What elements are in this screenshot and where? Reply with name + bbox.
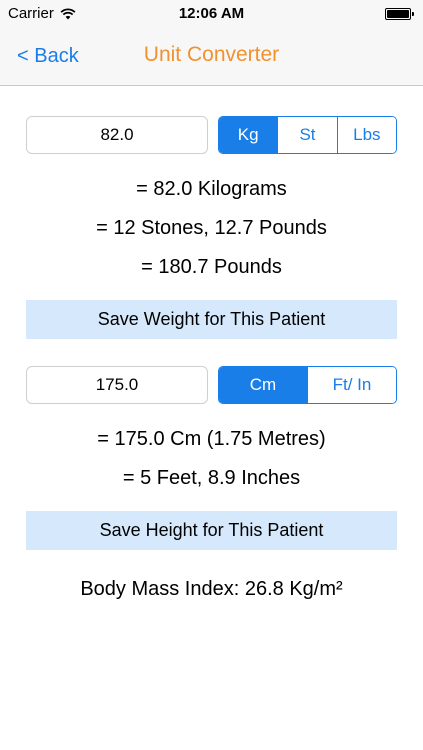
weight-result-pounds: = 180.7 Pounds <box>141 256 282 278</box>
height-unit-selector: Cm Ft/ In <box>218 366 397 404</box>
weight-result-kilograms: = 82.0 Kilograms <box>136 178 287 200</box>
save-weight-button[interactable]: Save Weight for This Patient <box>26 300 397 339</box>
page-title: Unit Converter <box>143 43 280 66</box>
status-time: 12:06 AM <box>178 5 245 22</box>
battery-icon <box>385 8 415 20</box>
weight-unit-lbs[interactable]: Lbs <box>336 117 396 153</box>
weight-result-stones: = 12 Stones, 12.7 Pounds <box>96 217 327 239</box>
weight-input[interactable] <box>26 116 208 154</box>
weight-unit-selector: Kg St Lbs <box>218 116 397 154</box>
height-input[interactable] <box>26 366 208 404</box>
bmi-result: Body Mass Index: 26.8 Kg/m² <box>80 578 343 600</box>
weight-unit-st[interactable]: St <box>277 117 337 153</box>
height-result-metric: = 175.0 Cm (1.75 Metres) <box>97 428 326 450</box>
weight-unit-kg[interactable]: Kg <box>219 117 278 153</box>
save-height-button[interactable]: Save Height for This Patient <box>26 511 397 550</box>
height-result-imperial: = 5 Feet, 8.9 Inches <box>122 467 301 489</box>
status-bar: Carrier 12:06 AM <box>0 0 423 28</box>
height-unit-ft-in[interactable]: Ft/ In <box>307 367 396 403</box>
navigation-bar: < Back Unit Converter <box>0 28 423 86</box>
height-unit-cm[interactable]: Cm <box>219 367 307 403</box>
